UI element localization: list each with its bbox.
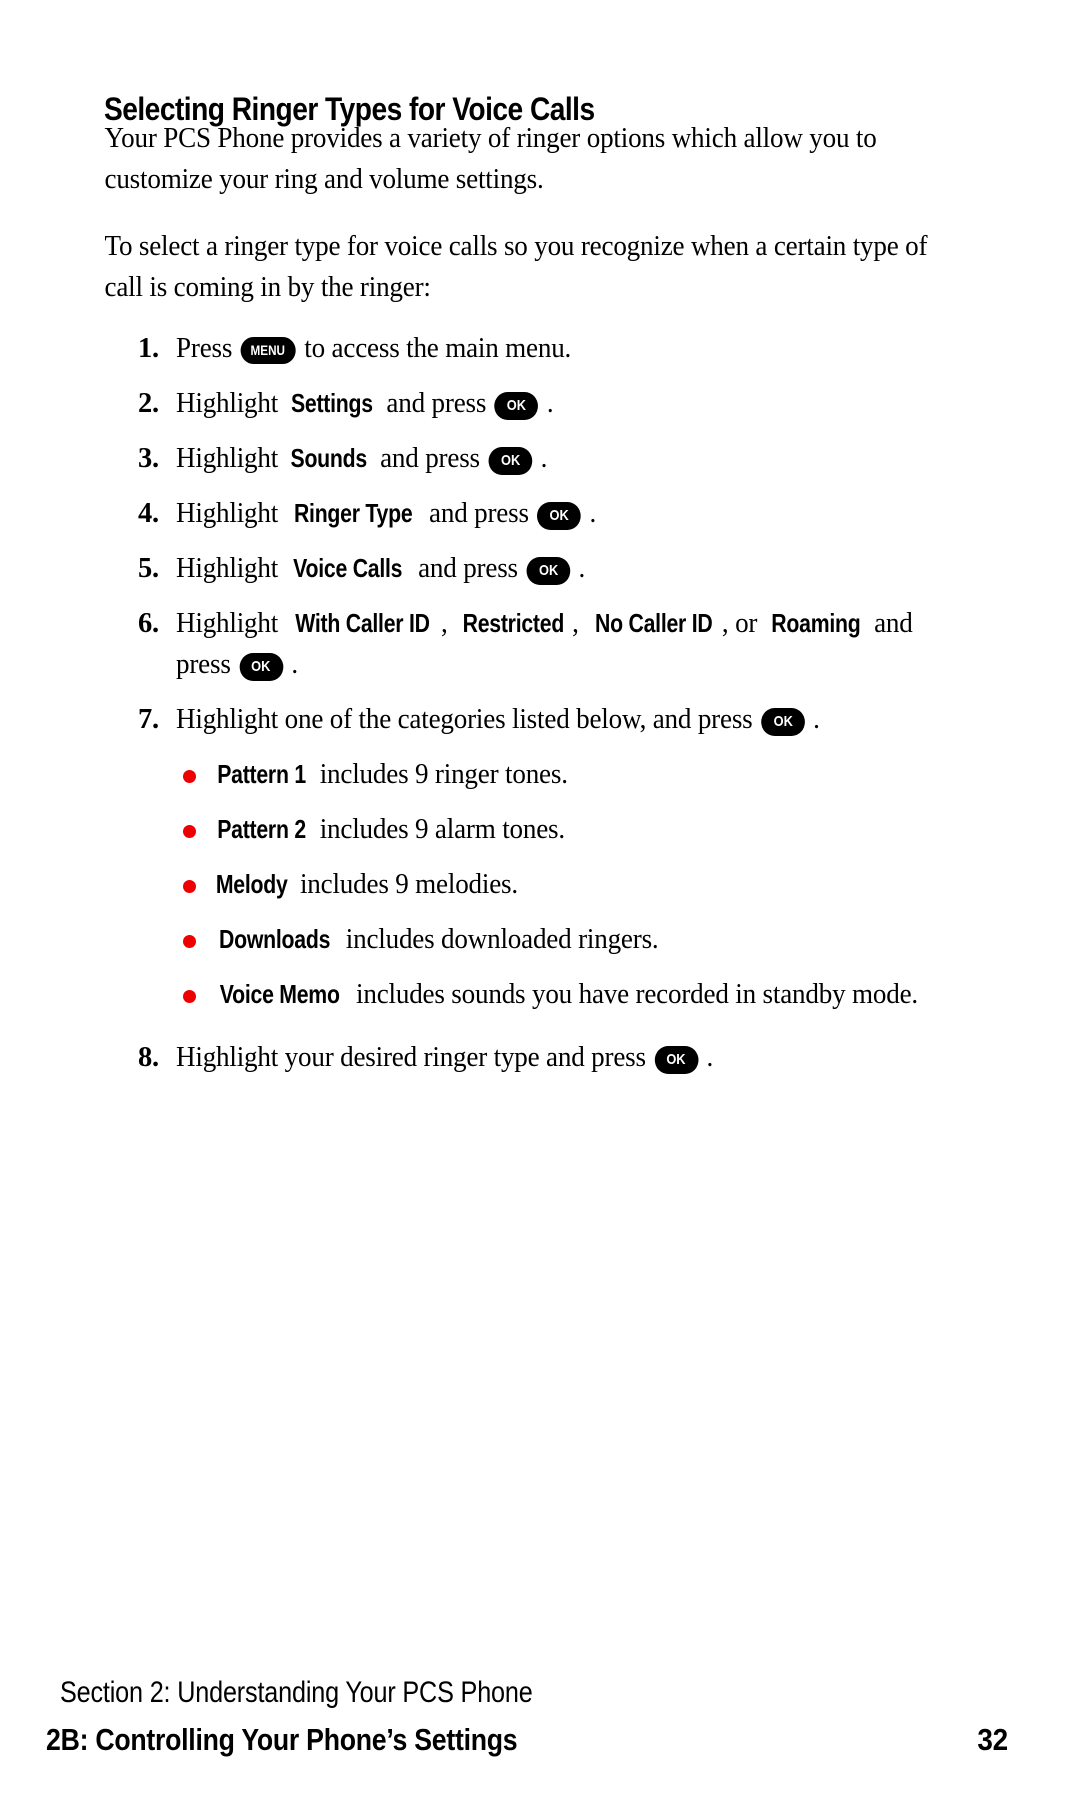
step-text-post: . [571,553,586,584]
list-item: Downloads includes downloaded ringers. [0,919,1080,960]
step-text: Highlight Settings and press OK . [176,383,959,424]
step-text-post: . [284,649,298,680]
step-text-post: . [540,388,554,419]
footer-chapter-title: 2B: Controlling Your Phone’s Settings [46,1722,518,1757]
step-number: 8. [138,1042,159,1073]
ok-key-icon: OK [239,653,283,681]
step-text-pre: Highlight one of the categories listed b… [176,704,760,735]
ok-key-icon: OK [526,557,571,585]
ok-key-icon: OK [654,1046,699,1074]
menu-item-name: Roaming [771,608,861,638]
category-name: Melody [215,869,288,899]
category-name: Voice Memo [219,979,340,1009]
step-text-pre: Highlight your desired ringer type and p… [176,1042,653,1073]
step-text-post: . [699,1042,714,1073]
menu-item-name: Settings [291,388,374,418]
step-text-pre: Highlight [176,388,285,419]
numbered-step-list: 1. Press MENU to access the main menu. 2… [0,328,1080,740]
step-number: 7. [138,704,159,735]
bullet-text: Downloads includes downloaded ringers. [210,919,942,960]
bullet-text: Voice Memo includes sounds you have reco… [210,974,942,1015]
step-item: 3. Highlight Sounds and press OK . [0,438,1080,479]
category-description: includes 9 melodies. [293,869,518,900]
step-item: 1. Press MENU to access the main menu. [0,328,1080,369]
page-number: 32 [977,1722,1008,1757]
step-item: 7. Highlight one of the categories liste… [0,699,1080,740]
page-footer: Section 2: Understanding Your PCS Phone … [0,1650,1080,1800]
step-number: 5. [138,553,159,584]
step-text: Highlight Sounds and press OK . [176,438,959,479]
step-number: 3. [138,443,159,474]
step-item: 6. Highlight With Caller ID, Restricted,… [0,603,1080,685]
step-text-pre: Highlight [176,608,285,639]
category-name: Pattern 2 [217,814,306,844]
menu-item-name: Restricted [462,608,564,638]
intro-paragraph-2: To select a ringer type for voice calls … [104,231,928,303]
step-number: 2. [138,388,159,419]
intro-paragraph-1: Your PCS Phone provides a variety of rin… [104,123,877,195]
step-text-mid: and press [373,443,487,474]
bullet-dot-icon [183,770,196,783]
step-text-post: . [582,498,597,529]
separator: , [572,608,586,639]
step-text: Highlight With Caller ID, Restricted, No… [176,603,959,685]
bullet-text: Pattern 2 includes 9 alarm tones. [210,809,942,850]
step-text-pre: Highlight [176,443,285,474]
step-text: Press MENU to access the main menu. [176,328,959,369]
category-name: Downloads [219,924,331,954]
list-item: Pattern 2 includes 9 alarm tones. [0,809,1080,850]
menu-item-name: Voice Calls [293,553,403,583]
ok-key-icon: OK [488,447,533,475]
body-content: Your PCS Phone provides a variety of rin… [0,118,1080,1078]
step-text-pre: Press [176,333,239,364]
step-text: Highlight Voice Calls and press OK . [176,548,959,589]
step-text-post: . [806,704,820,735]
step-text-pre: Highlight [176,498,285,529]
footer-section-title: Section 2: Understanding Your PCS Phone [60,1676,533,1709]
bullet-dot-icon [183,880,196,893]
category-description: includes downloaded ringers. [339,924,659,955]
step-number: 4. [138,498,159,529]
step-text-mid: and press [379,388,493,419]
separator: , [441,608,455,639]
step-text: Highlight Ringer Type and press OK . [176,493,959,534]
menu-item-name: No Caller ID [594,608,713,638]
menu-item-name: With Caller ID [295,608,431,638]
category-description: includes sounds you have recorded in sta… [349,979,918,1010]
step-number: 6. [138,608,159,639]
step-text-post: . [533,443,548,474]
separator: , or [721,608,764,639]
bullet-dot-icon [183,935,196,948]
list-item: Pattern 1 includes 9 ringer tones. [0,754,1080,795]
step-item: 5. Highlight Voice Calls and press OK . [0,548,1080,589]
category-name: Pattern 1 [217,759,306,789]
step-number: 1. [138,333,159,364]
ringer-category-list: Pattern 1 includes 9 ringer tones. Patte… [0,754,1080,1015]
step-item: 8. Highlight your desired ringer type an… [0,1037,1080,1078]
document-page: Selecting Ringer Types for Voice Calls Y… [0,0,1080,1800]
step-text-mid: and press [411,553,525,584]
step-text-pre: Highlight [176,553,285,584]
bullet-dot-icon [183,990,196,1003]
bullet-dot-icon [183,825,196,838]
step-item: 4. Highlight Ringer Type and press OK . [0,493,1080,534]
menu-key-icon: MENU [240,337,296,364]
menu-item-name: Sounds [290,443,368,473]
step-text-post: to access the main menu. [297,333,572,364]
category-description: includes 9 alarm tones. [313,814,565,845]
step-text: Highlight one of the categories listed b… [176,699,959,740]
ok-key-icon: OK [494,392,539,420]
numbered-step-list-continued: 8. Highlight your desired ringer type an… [0,1037,1080,1078]
menu-item-name: Ringer Type [294,498,413,528]
list-item: Voice Memo includes sounds you have reco… [0,974,1080,1015]
list-item: Melody includes 9 melodies. [0,864,1080,905]
step-text-mid: and press [422,498,536,529]
bullet-text: Melody includes 9 melodies. [210,864,942,905]
bullet-text: Pattern 1 includes 9 ringer tones. [210,754,942,795]
ok-key-icon: OK [761,708,805,736]
category-description: includes 9 ringer tones. [313,759,568,790]
ok-key-icon: OK [537,502,582,530]
step-item: 2. Highlight Settings and press OK . [0,383,1080,424]
step-text: Highlight your desired ringer type and p… [176,1037,959,1078]
